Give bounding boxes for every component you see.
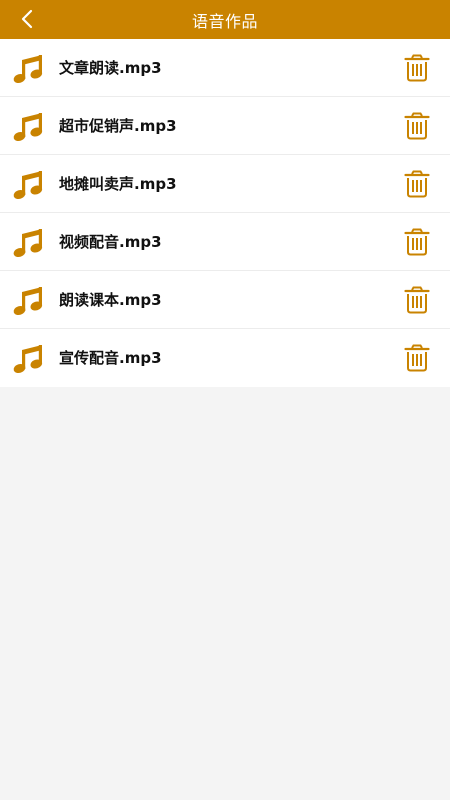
list-item[interactable]: 地摊叫卖声.mp3: [0, 155, 450, 213]
music-note-icon: [13, 55, 43, 83]
music-note-icon: [13, 113, 43, 141]
delete-button[interactable]: [404, 112, 430, 140]
music-note-icon: [13, 345, 43, 373]
list-item[interactable]: 视频配音.mp3: [0, 213, 450, 271]
trash-icon: [404, 170, 430, 198]
file-name: 朗读课本.mp3: [59, 291, 162, 309]
file-name: 文章朗读.mp3: [59, 59, 162, 77]
delete-button[interactable]: [404, 228, 430, 256]
file-name: 宣传配音.mp3: [59, 349, 162, 367]
delete-button[interactable]: [404, 286, 430, 314]
trash-icon: [404, 54, 430, 82]
list-item[interactable]: 宣传配音.mp3: [0, 329, 450, 387]
music-note-icon: [13, 171, 43, 199]
list-item[interactable]: 文章朗读.mp3: [0, 39, 450, 97]
list-item[interactable]: 朗读课本.mp3: [0, 271, 450, 329]
delete-button[interactable]: [404, 54, 430, 82]
chevron-left-icon: [21, 9, 33, 29]
back-button[interactable]: [14, 6, 40, 32]
top-app-bar: 语音作品: [0, 0, 450, 39]
music-note-icon: [13, 287, 43, 315]
voice-works-list: 文章朗读.mp3 超市促销声.mp3 地摊叫卖声.mp3 视频配音.mp3 朗读…: [0, 39, 450, 387]
trash-icon: [404, 286, 430, 314]
delete-button[interactable]: [404, 170, 430, 198]
trash-icon: [404, 228, 430, 256]
file-name: 视频配音.mp3: [59, 233, 162, 251]
trash-icon: [404, 344, 430, 372]
file-name: 地摊叫卖声.mp3: [59, 175, 177, 193]
file-name: 超市促销声.mp3: [59, 117, 177, 135]
music-note-icon: [13, 229, 43, 257]
delete-button[interactable]: [404, 344, 430, 372]
list-item[interactable]: 超市促销声.mp3: [0, 97, 450, 155]
trash-icon: [404, 112, 430, 140]
page-title: 语音作品: [191, 11, 258, 31]
